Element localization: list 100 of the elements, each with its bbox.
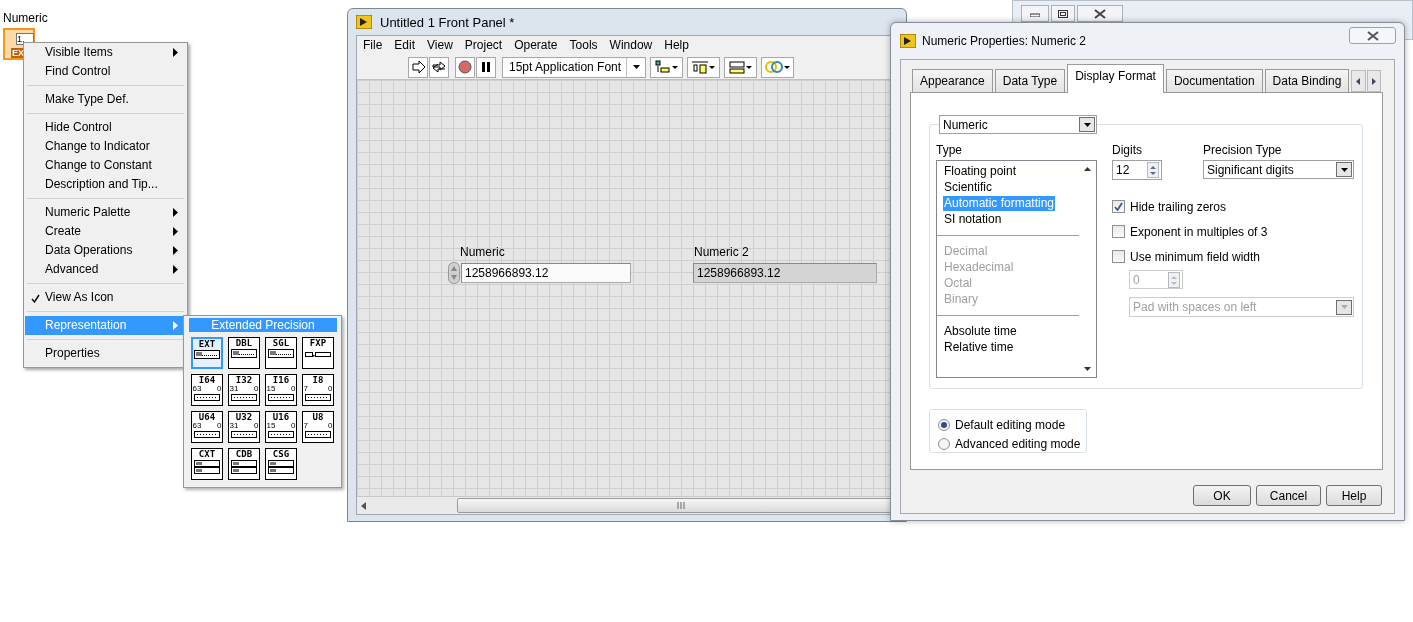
resize-button[interactable] <box>724 56 757 78</box>
submenu-arrow-icon <box>173 48 178 57</box>
tab[interactable]: Data Type <box>994 69 1066 92</box>
menu-item[interactable]: Change to Indicator <box>25 137 186 156</box>
menu-item[interactable]: Data Operations <box>25 241 186 260</box>
bit-label: 0 <box>254 422 259 430</box>
tab[interactable]: Display Format <box>1067 64 1164 93</box>
menu-item[interactable]: View <box>421 36 459 55</box>
scroll-tabs-right-button[interactable] <box>1366 70 1381 92</box>
abort-button[interactable] <box>455 56 475 78</box>
maximize-button[interactable] <box>1051 5 1075 22</box>
close-button[interactable] <box>1349 27 1396 44</box>
bit-label: 15 <box>266 422 276 430</box>
list-item[interactable]: SI notation <box>943 212 1003 227</box>
menu-item[interactable]: Change to Constant <box>25 156 186 175</box>
checkbox[interactable] <box>1112 200 1125 213</box>
menu-item[interactable]: Project <box>458 36 509 55</box>
type-button[interactable]: CSG <box>265 448 297 480</box>
increment-decrement-icon <box>448 262 460 284</box>
tab[interactable]: Data Binding <box>1264 69 1350 92</box>
close-icon <box>1366 30 1379 41</box>
menu-item[interactable]: Description and Tip... <box>25 175 186 194</box>
font-dropdown[interactable]: 15pt Application Font <box>502 56 646 78</box>
list-item[interactable]: Floating point <box>943 164 1018 179</box>
menu-item[interactable]: Numeric Palette <box>25 203 186 222</box>
bit-label: 0 <box>217 385 222 393</box>
submenu-title: Extended Precision <box>189 318 337 332</box>
type-button[interactable]: U64 63 0 <box>191 411 223 443</box>
menu-item[interactable]: File <box>357 36 389 55</box>
checkbox-label: Use minimum field width <box>1130 249 1261 264</box>
tab[interactable]: Documentation <box>1165 69 1263 92</box>
bit-label: 0 <box>291 385 296 393</box>
menu-item[interactable]: Find Control <box>25 62 186 81</box>
dropdown-caret-icon <box>1339 304 1349 310</box>
distribute-button[interactable] <box>687 56 720 78</box>
menu-item[interactable]: Help <box>658 36 695 55</box>
control-label: Numeric <box>460 245 505 259</box>
numeric-control[interactable]: 1258966893.12 <box>461 263 631 283</box>
menu-item[interactable]: Edit <box>388 36 422 55</box>
type-button[interactable]: CDB <box>228 448 260 480</box>
run-continuously-button[interactable] <box>429 56 449 78</box>
checkbox[interactable] <box>1112 225 1125 238</box>
type-button[interactable]: U32 31 0 <box>228 411 260 443</box>
field-label: Precision Type <box>1203 143 1283 158</box>
menu-item[interactable]: Tools <box>563 36 604 55</box>
align-button[interactable] <box>650 56 683 78</box>
menu-item[interactable]: Window <box>603 36 659 55</box>
bit-label: 15 <box>266 385 276 393</box>
close-button[interactable] <box>1077 5 1123 22</box>
dropdown[interactable]: Significant digits <box>1203 160 1354 179</box>
run-button[interactable] <box>408 56 428 78</box>
control-label: Numeric <box>3 11 48 25</box>
number-spinner[interactable]: 12 <box>1112 160 1162 180</box>
list-item[interactable]: Absolute time <box>943 324 1018 339</box>
menu-item[interactable]: Create <box>25 222 186 241</box>
list-item: Binary <box>943 292 979 307</box>
menu-item[interactable]: View As Icon <box>25 288 186 307</box>
radio-button[interactable] <box>938 418 950 431</box>
window-title: Untitled 1 Front Panel * <box>380 14 515 30</box>
grip-icon <box>677 502 685 509</box>
control-label: Numeric 2 <box>694 245 749 259</box>
type-button[interactable]: I64 63 0 <box>191 374 223 406</box>
type-button[interactable]: EXT <box>191 337 223 369</box>
menu-item[interactable]: Advanced <box>25 260 186 279</box>
list-item[interactable]: Scientific <box>943 180 994 195</box>
menu-item[interactable]: Make Type Def. <box>25 90 186 109</box>
menu-item[interactable]: Properties <box>25 344 186 363</box>
dialog-button[interactable]: Help <box>1326 485 1382 506</box>
submenu-arrow-icon <box>173 321 178 330</box>
dialog-button[interactable]: Cancel <box>1256 485 1321 506</box>
radio-button[interactable] <box>938 437 950 450</box>
field-label: Type <box>936 143 963 158</box>
checkbox[interactable] <box>1112 250 1125 263</box>
float-type-icon <box>231 349 257 358</box>
type-button[interactable]: FXP <box>302 337 334 369</box>
type-button[interactable]: CXT <box>191 448 223 480</box>
menu-item[interactable]: Hide Control <box>25 118 186 137</box>
type-button[interactable]: U16 15 0 <box>265 411 297 443</box>
complex-type-icon <box>268 460 294 474</box>
numeric-indicator: 1258966893.12 <box>693 263 877 283</box>
tab[interactable]: Appearance <box>912 69 993 92</box>
pause-button[interactable] <box>476 56 496 78</box>
bit-label: 63 <box>192 385 202 393</box>
type-button[interactable]: SGL <box>265 337 297 369</box>
type-button[interactable]: I8 7 0 <box>302 374 334 406</box>
spin-arrows-icon <box>1147 162 1159 178</box>
radio-label: Default editing mode <box>955 417 1066 432</box>
type-button[interactable]: I32 31 0 <box>228 374 260 406</box>
distribute-objects-icon <box>690 60 717 74</box>
type-button[interactable]: DBL <box>228 337 260 369</box>
type-button[interactable]: I16 15 0 <box>265 374 297 406</box>
resize-objects-icon <box>727 60 754 74</box>
dialog-button[interactable]: OK <box>1193 485 1251 506</box>
list-item[interactable]: Relative time <box>943 340 1015 355</box>
type-button[interactable]: U8 7 0 <box>302 411 334 443</box>
reorder-button[interactable] <box>761 56 794 78</box>
menu-item[interactable]: Operate <box>508 36 564 55</box>
scroll-tabs-left-button[interactable] <box>1351 70 1366 92</box>
dropdown[interactable]: Numeric <box>939 115 1097 134</box>
list-item: Octal <box>943 276 973 291</box>
